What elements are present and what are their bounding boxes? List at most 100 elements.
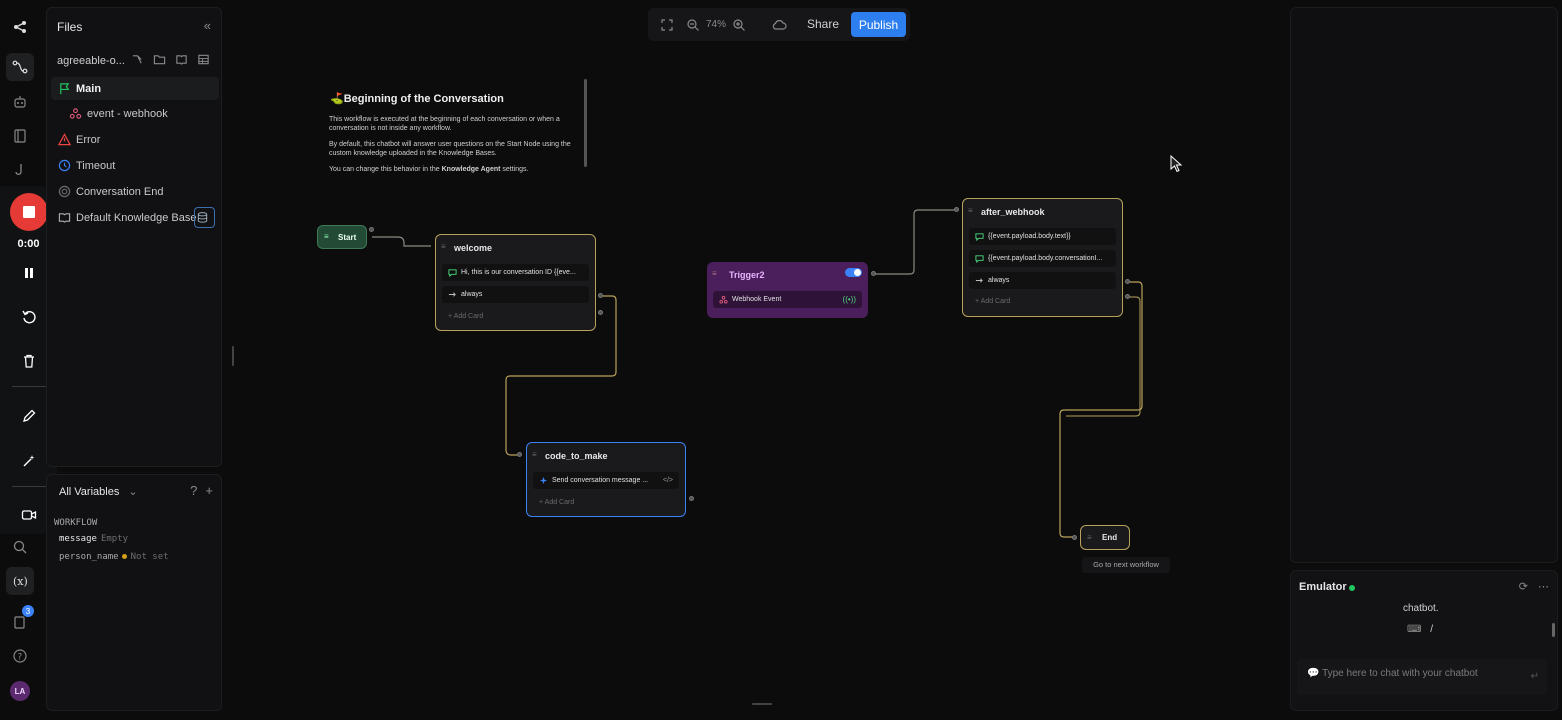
tree-item-conversation-end[interactable]: Conversation End xyxy=(51,180,219,203)
variable-row[interactable]: message Empty xyxy=(59,534,128,544)
avatar[interactable]: LA xyxy=(10,681,30,701)
output-port[interactable] xyxy=(1125,279,1130,284)
message-icon xyxy=(975,255,984,263)
more-options-icon[interactable]: ⋯ xyxy=(1538,580,1549,593)
chat-input[interactable]: 💬 Type here to chat with your chatbot ↵ xyxy=(1297,659,1547,695)
flag-icon xyxy=(60,83,70,95)
publish-button[interactable]: Publish xyxy=(851,12,906,37)
drag-handle-icon: ≡ xyxy=(324,232,329,241)
node-title: Trigger2 xyxy=(729,270,765,280)
variable-row[interactable]: person_name Not set xyxy=(59,552,169,562)
tree-item-event-webhook[interactable]: event - webhook xyxy=(51,102,219,125)
warning-dot-icon xyxy=(121,554,127,559)
tree-item-label: Default Knowledge Base xyxy=(76,211,197,224)
tree-item-main[interactable]: Main xyxy=(51,77,219,100)
zoom-out-icon[interactable] xyxy=(686,18,700,32)
code-card[interactable]: Send conversation message ... </> xyxy=(533,472,679,489)
add-card-button[interactable]: + Add Card xyxy=(975,298,1010,305)
after-webhook-node[interactable]: ≡ after_webhook {{event.payload.body.tex… xyxy=(962,198,1123,317)
pencil-icon[interactable] xyxy=(18,405,40,427)
new-knowledge-icon[interactable] xyxy=(175,53,188,66)
keyboard-icon[interactable]: ⌨ xyxy=(1407,624,1421,635)
stop-recording-button[interactable] xyxy=(10,193,48,231)
output-port[interactable] xyxy=(369,227,374,232)
output-port[interactable] xyxy=(871,271,876,276)
fit-view-icon[interactable] xyxy=(660,18,674,32)
trigger-toggle[interactable] xyxy=(845,268,862,277)
new-folder-icon[interactable] xyxy=(153,53,166,66)
hook-icon[interactable] xyxy=(6,156,34,184)
variables-panel: All Variables ⌄ ? + WORKFLOW message Empt… xyxy=(46,474,222,711)
add-card-button[interactable]: + Add Card xyxy=(539,499,574,506)
refresh-icon[interactable]: ⟳ xyxy=(1519,580,1528,593)
node-title: code_to_make xyxy=(545,451,608,461)
start-node[interactable]: ≡ Start xyxy=(317,225,367,249)
pause-icon[interactable] xyxy=(18,262,40,284)
code-icon: </> xyxy=(662,477,673,484)
code-to-make-node[interactable]: ≡ code_to_make Send conversation message… xyxy=(526,442,686,517)
clock-icon xyxy=(58,159,71,172)
cloud-icon[interactable] xyxy=(770,18,788,32)
tree-item-default-knowledge-base[interactable]: Default Knowledge Base xyxy=(51,206,219,229)
note-scrollbar[interactable] xyxy=(584,79,587,167)
end-node[interactable]: ≡ End xyxy=(1080,525,1130,550)
help-icon[interactable]: ? xyxy=(190,483,197,498)
book-icon[interactable] xyxy=(6,122,34,150)
magic-wand-icon[interactable] xyxy=(18,450,40,472)
database-icon[interactable] xyxy=(194,207,215,228)
variables-filter-dropdown[interactable]: All Variables ⌄ xyxy=(59,485,138,498)
new-workflow-icon[interactable] xyxy=(131,53,144,66)
chevron-down-icon: ⌄ xyxy=(128,486,138,498)
search-icon[interactable] xyxy=(6,533,34,561)
output-port[interactable] xyxy=(598,310,603,315)
message-card[interactable]: {{event.payload.body.text}} xyxy=(969,228,1116,245)
output-port[interactable] xyxy=(689,496,694,501)
resize-handle[interactable] xyxy=(232,346,234,366)
share-graph-icon[interactable] xyxy=(6,13,34,41)
help-icon[interactable]: ? xyxy=(6,642,34,670)
transition-card[interactable]: always xyxy=(442,286,589,303)
bot-name[interactable]: agreeable-o... xyxy=(57,55,125,67)
input-port[interactable] xyxy=(1072,535,1077,540)
add-card-button[interactable]: + Add Card xyxy=(448,313,483,320)
workflow-icon[interactable] xyxy=(6,53,34,81)
restart-icon[interactable] xyxy=(18,306,40,328)
emulator-panel: Emulator ⟳ ⋯ chatbot. ⌨ / 💬 Type here to… xyxy=(1290,570,1558,711)
output-port[interactable] xyxy=(1125,294,1130,299)
share-button[interactable]: Share xyxy=(807,17,839,31)
camera-icon[interactable] xyxy=(18,504,40,526)
collapse-panel-icon[interactable]: « xyxy=(204,18,211,33)
start-node-label: Start xyxy=(338,233,357,242)
trigger-node[interactable]: ≡ Trigger2 Webhook Event ((•)) xyxy=(707,262,868,318)
bot-icon[interactable] xyxy=(6,88,34,116)
add-variable-icon[interactable]: + xyxy=(205,483,213,498)
speech-bubble-icon: 💬 xyxy=(1307,668,1320,679)
resize-handle[interactable] xyxy=(752,703,772,705)
note-paragraph: By default, this chatbot will answer use… xyxy=(329,141,571,157)
comment-note[interactable]: ⛳Beginning of the Conversation This work… xyxy=(322,80,588,180)
tree-item-timeout[interactable]: Timeout xyxy=(51,154,219,177)
drag-handle-icon: ≡ xyxy=(532,450,537,459)
input-port[interactable] xyxy=(517,452,522,457)
flag-emoji-icon: ⛳ xyxy=(330,93,344,105)
new-table-icon[interactable] xyxy=(197,53,210,66)
send-icon[interactable]: ↵ xyxy=(1531,671,1539,682)
webhook-event-card[interactable]: Webhook Event ((•)) xyxy=(713,291,862,308)
input-port[interactable] xyxy=(954,207,959,212)
tree-item-label: event - webhook xyxy=(87,107,168,120)
variables-icon[interactable]: (x) xyxy=(6,567,34,595)
transition-card[interactable]: always xyxy=(969,272,1116,289)
warning-icon xyxy=(58,133,71,146)
clipboard-icon[interactable]: 3 xyxy=(6,605,34,636)
node-title: welcome xyxy=(454,243,493,253)
slash-command[interactable]: / xyxy=(1430,624,1433,635)
zoom-in-icon[interactable] xyxy=(732,18,746,32)
output-port[interactable] xyxy=(598,293,603,298)
tree-item-error[interactable]: Error xyxy=(51,128,219,151)
welcome-node[interactable]: ≡ welcome Hi, this is our conversation I… xyxy=(435,234,596,331)
trash-icon[interactable] xyxy=(18,350,40,372)
emulator-scrollbar[interactable] xyxy=(1552,623,1555,637)
message-card[interactable]: {{event.payload.body.conversationI... xyxy=(969,250,1116,267)
message-card[interactable]: Hi, this is our conversation ID {{eve... xyxy=(442,264,589,281)
zoom-level: 74% xyxy=(706,19,727,30)
